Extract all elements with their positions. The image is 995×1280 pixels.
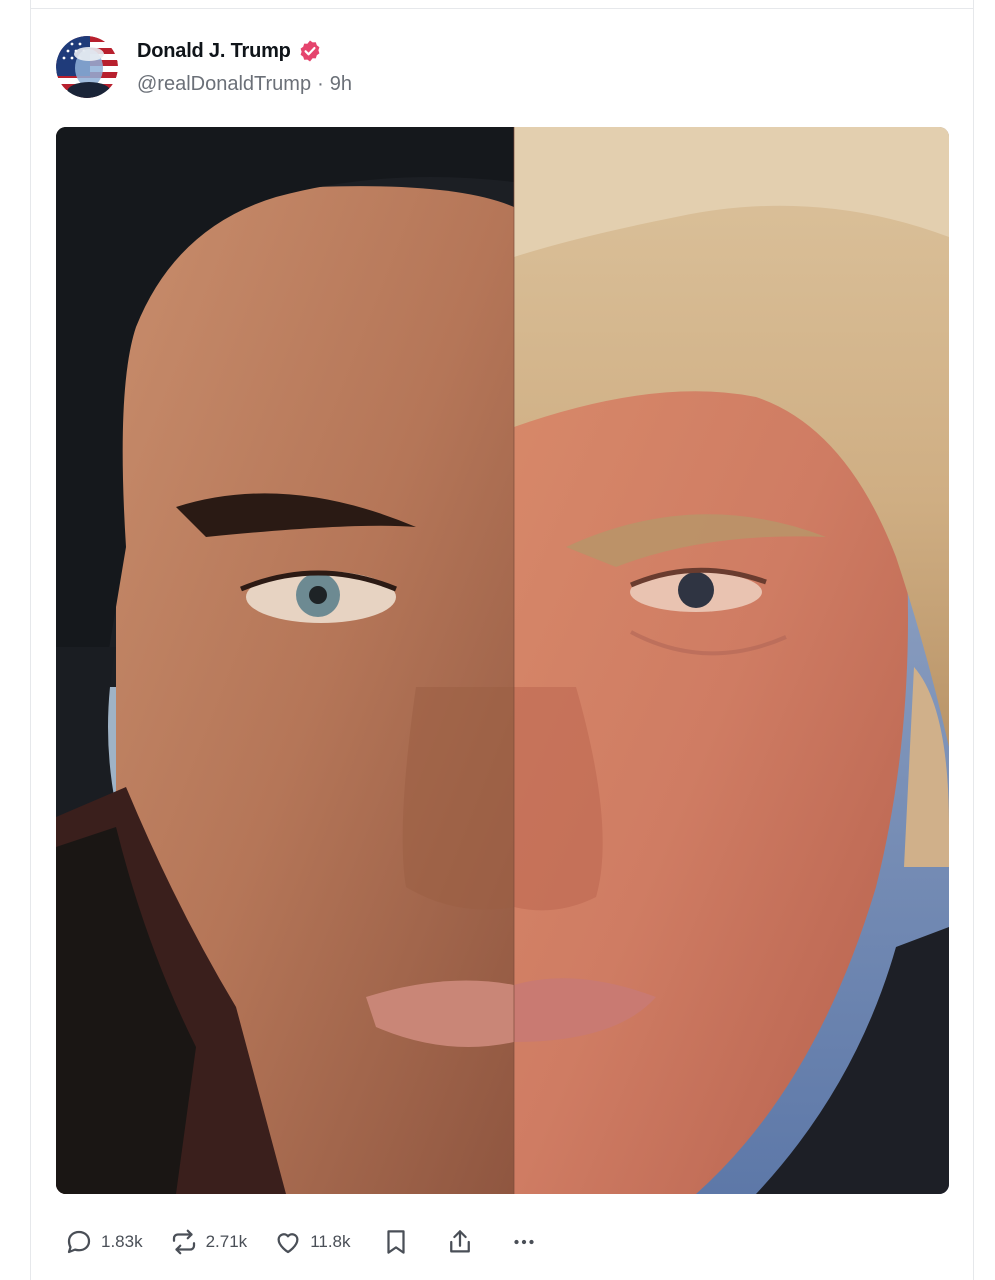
author-avatar[interactable] <box>56 36 118 98</box>
post-image[interactable] <box>56 127 949 1194</box>
share-button[interactable] <box>445 1227 475 1257</box>
repost-icon <box>169 1227 199 1257</box>
share-icon <box>445 1227 475 1257</box>
like-button[interactable]: 11.8k <box>273 1227 351 1257</box>
heart-icon <box>273 1227 303 1257</box>
post-card[interactable]: Donald J. Trump @realDonaldTrump · 9h 1.… <box>31 9 973 1280</box>
reply-count: 1.83k <box>101 1232 143 1251</box>
repost-button[interactable]: 2.71k <box>169 1227 248 1257</box>
like-count: 11.8k <box>310 1232 351 1251</box>
post-action-bar: 1.83k 2.71k 11.8k <box>64 1224 539 1260</box>
author-handle[interactable]: @realDonaldTrump <box>137 73 311 96</box>
author-name-row[interactable]: Donald J. Trump <box>137 37 322 65</box>
reply-button[interactable]: 1.83k <box>64 1227 143 1257</box>
check-badge-icon <box>298 39 322 63</box>
feed-right-border <box>973 0 974 1280</box>
author-meta-row: @realDonaldTrump · 9h <box>137 73 352 96</box>
more-icon <box>509 1227 539 1257</box>
bookmark-icon <box>381 1227 411 1257</box>
author-display-name[interactable]: Donald J. Trump <box>137 40 291 63</box>
more-options-button[interactable] <box>509 1227 539 1257</box>
repost-count: 2.71k <box>205 1232 248 1251</box>
reply-icon <box>64 1227 94 1257</box>
separator-dot: · <box>317 73 324 95</box>
bookmark-button[interactable] <box>381 1227 411 1257</box>
post-timestamp[interactable]: 9h <box>330 73 352 96</box>
